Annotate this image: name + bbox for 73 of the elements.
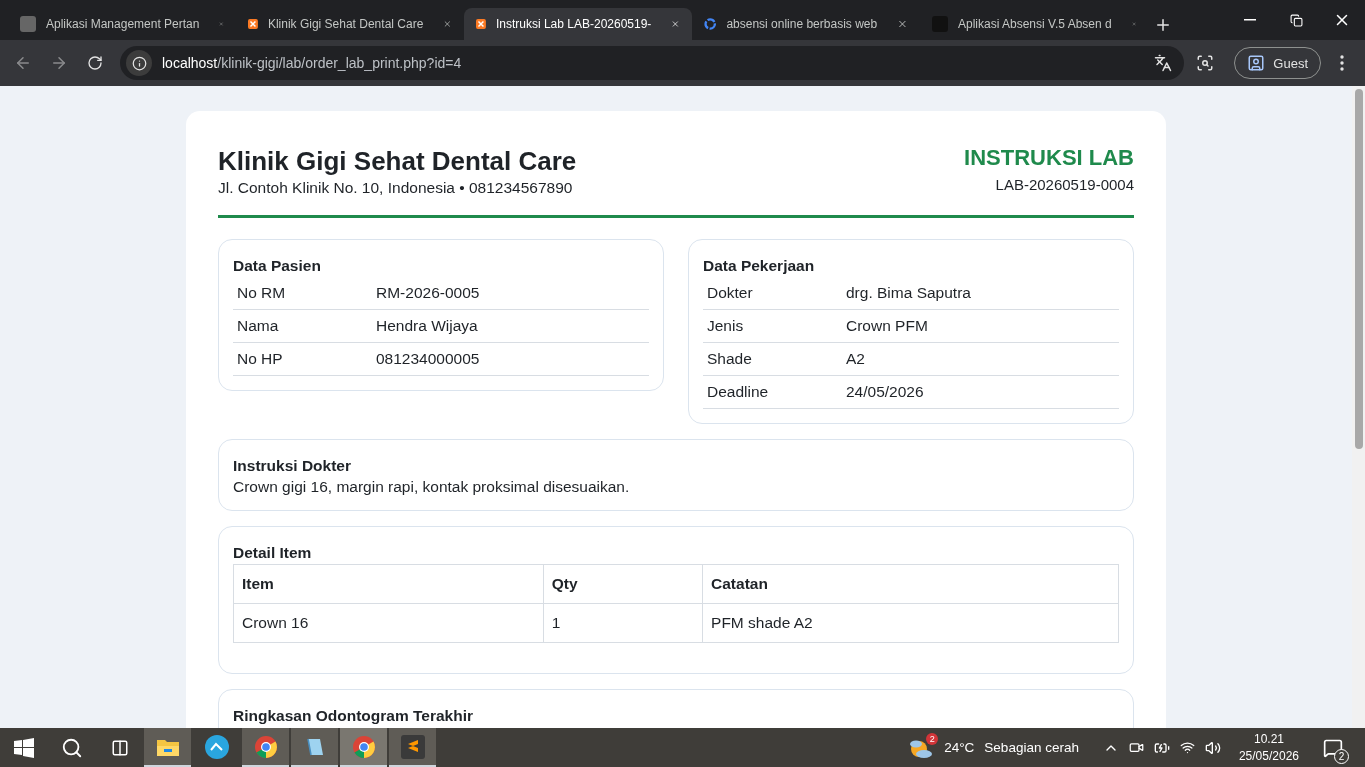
table-cell: 1: [543, 603, 703, 643]
notification-icon[interactable]: [1323, 737, 1343, 758]
chrome-icon: [253, 734, 278, 759]
field-label: Dokter: [707, 283, 754, 303]
url-text: localhost/klinik-gigi/lab/order_lab_print.php?id=4: [162, 55, 463, 71]
field-value: 081234000005: [376, 349, 481, 369]
app-icon: [20, 16, 36, 32]
field-value: RM-2026-0005: [376, 283, 481, 303]
translate-icon[interactable]: [1154, 54, 1173, 72]
tab-title: Aplikasi Absensi V.5 Absen d: [958, 17, 1112, 31]
wifi-icon[interactable]: [1179, 740, 1195, 755]
forward-arrow-icon: [50, 54, 68, 72]
document-number: LAB-20260519-0004: [994, 176, 1134, 193]
field-value: drg. Bima Saputra: [846, 283, 972, 303]
xampp-icon: [476, 16, 486, 32]
notification-badge: 2: [1334, 748, 1349, 764]
field-label: Deadline: [707, 382, 770, 402]
taskbar-app[interactable]: [389, 728, 436, 767]
browser-tab[interactable]: Aplikasi Management Pertan: [8, 8, 236, 40]
taskbar-app[interactable]: [144, 728, 191, 767]
volume-icon[interactable]: [1204, 739, 1221, 756]
weather-text: Sebagian cerah: [984, 740, 1079, 755]
address-bar[interactable]: localhost/klinik-gigi/lab/order_lab_print.php?id=4: [120, 46, 1185, 80]
panel-title: Ringkasan Odontogram Terakhir: [233, 707, 474, 725]
browser-tab[interactable]: absensi online berbasis web: [692, 8, 920, 40]
camera-icon[interactable]: [1128, 740, 1144, 755]
browser-tab[interactable]: Aplikasi Absensi V.5 Absen d: [920, 8, 1148, 40]
info-icon[interactable]: [126, 50, 152, 76]
restore-icon: [1289, 13, 1303, 27]
tab-title: Instruksi Lab LAB-20260519-: [495, 17, 652, 31]
column-header: Catatan: [702, 564, 1119, 604]
column-header: Item: [233, 564, 544, 604]
field-label: Nama: [237, 316, 280, 336]
panel-title: Instruksi Dokter: [233, 457, 352, 475]
field-value: A2: [846, 349, 866, 369]
windows-logo-icon: [14, 737, 34, 758]
panel-title: Data Pekerjaan: [703, 257, 816, 275]
table-cell: Crown 16: [233, 603, 544, 643]
panel-title: Detail Item: [233, 544, 313, 562]
more-icon: [1340, 55, 1344, 71]
reload-icon: [87, 55, 103, 71]
plus-icon: [1154, 16, 1172, 34]
taskbar-app[interactable]: [242, 728, 289, 767]
tab-title: absensi online berbasis web: [726, 17, 878, 31]
field-value: Crown PFM: [846, 316, 929, 336]
clinic-address: Jl. Contoh Klinik No. 10, Indonesia • 081234567890: [218, 179, 574, 197]
sublime-icon: [400, 734, 425, 759]
field-label: No RM: [237, 283, 287, 303]
field-label: Shade: [707, 349, 753, 369]
field-value: 24/05/2026: [846, 382, 925, 402]
document-title: INSTRUKSI LAB: [964, 145, 1134, 171]
clinic-name: Klinik Gigi Sehat Dental Care: [218, 146, 577, 177]
taskbar-app[interactable]: [291, 728, 338, 767]
user-icon: [1247, 54, 1266, 72]
minimize-icon: [1244, 19, 1256, 21]
weather-badge: 2: [926, 732, 939, 745]
tab-title: Aplikasi Management Pertan: [46, 17, 200, 31]
field-value: Hendra Wijaya: [376, 316, 479, 336]
clock[interactable]: 10.21 25/05/2026: [1230, 730, 1307, 765]
table-cell: PFM shade A2: [702, 603, 1119, 643]
browser-tab[interactable]: Klinik Gigi Sehat Dental Care: [236, 8, 464, 40]
column-header: Qty: [543, 564, 703, 604]
instruction-text: Crown gigi 16, margin rapi, kontak proksimal disesuaikan.: [233, 478, 631, 496]
temperature: 24°C: [944, 740, 975, 755]
task-view-icon: [111, 738, 129, 757]
field-label: No HP: [237, 349, 284, 369]
tab-title: Klinik Gigi Sehat Dental Care: [267, 17, 424, 31]
browser-tab[interactable]: Instruksi Lab LAB-20260519-: [464, 8, 692, 40]
chrome-icon: [351, 734, 376, 759]
panel-title: Data Pasien: [233, 257, 322, 275]
search-icon: [61, 736, 83, 759]
xampp-icon: [248, 16, 258, 32]
field-label: Jenis: [707, 316, 745, 336]
